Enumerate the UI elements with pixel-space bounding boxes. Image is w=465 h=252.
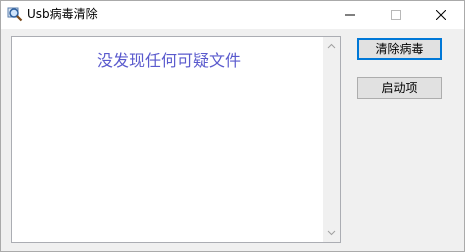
- close-icon: [436, 10, 446, 20]
- client-area: 没发现任何可疑文件 清除病毒 启动项: [1, 29, 464, 251]
- window-title: Usb病毒清除: [27, 7, 98, 21]
- app-magnifier-icon: [7, 6, 23, 22]
- minimize-button[interactable]: [327, 1, 373, 29]
- maximize-button[interactable]: [373, 1, 419, 29]
- no-suspicious-files-message: 没发现任何可疑文件: [96, 51, 241, 70]
- scroll-up-arrow-icon[interactable]: [327, 42, 336, 51]
- scan-results-list[interactable]: 没发现任何可疑文件: [11, 36, 341, 243]
- maximize-icon: [391, 10, 401, 20]
- clean-virus-button[interactable]: 清除病毒: [357, 38, 442, 60]
- close-button[interactable]: [418, 1, 464, 29]
- scroll-down-arrow-icon[interactable]: [327, 228, 336, 237]
- minimize-icon: [345, 14, 355, 16]
- main-window: Usb病毒清除 没发现任何可疑文件 清除病毒 启动项: [0, 0, 465, 252]
- startup-items-button[interactable]: 启动项: [357, 77, 442, 99]
- vertical-scrollbar[interactable]: [323, 37, 340, 242]
- title-bar[interactable]: Usb病毒清除: [1, 1, 464, 29]
